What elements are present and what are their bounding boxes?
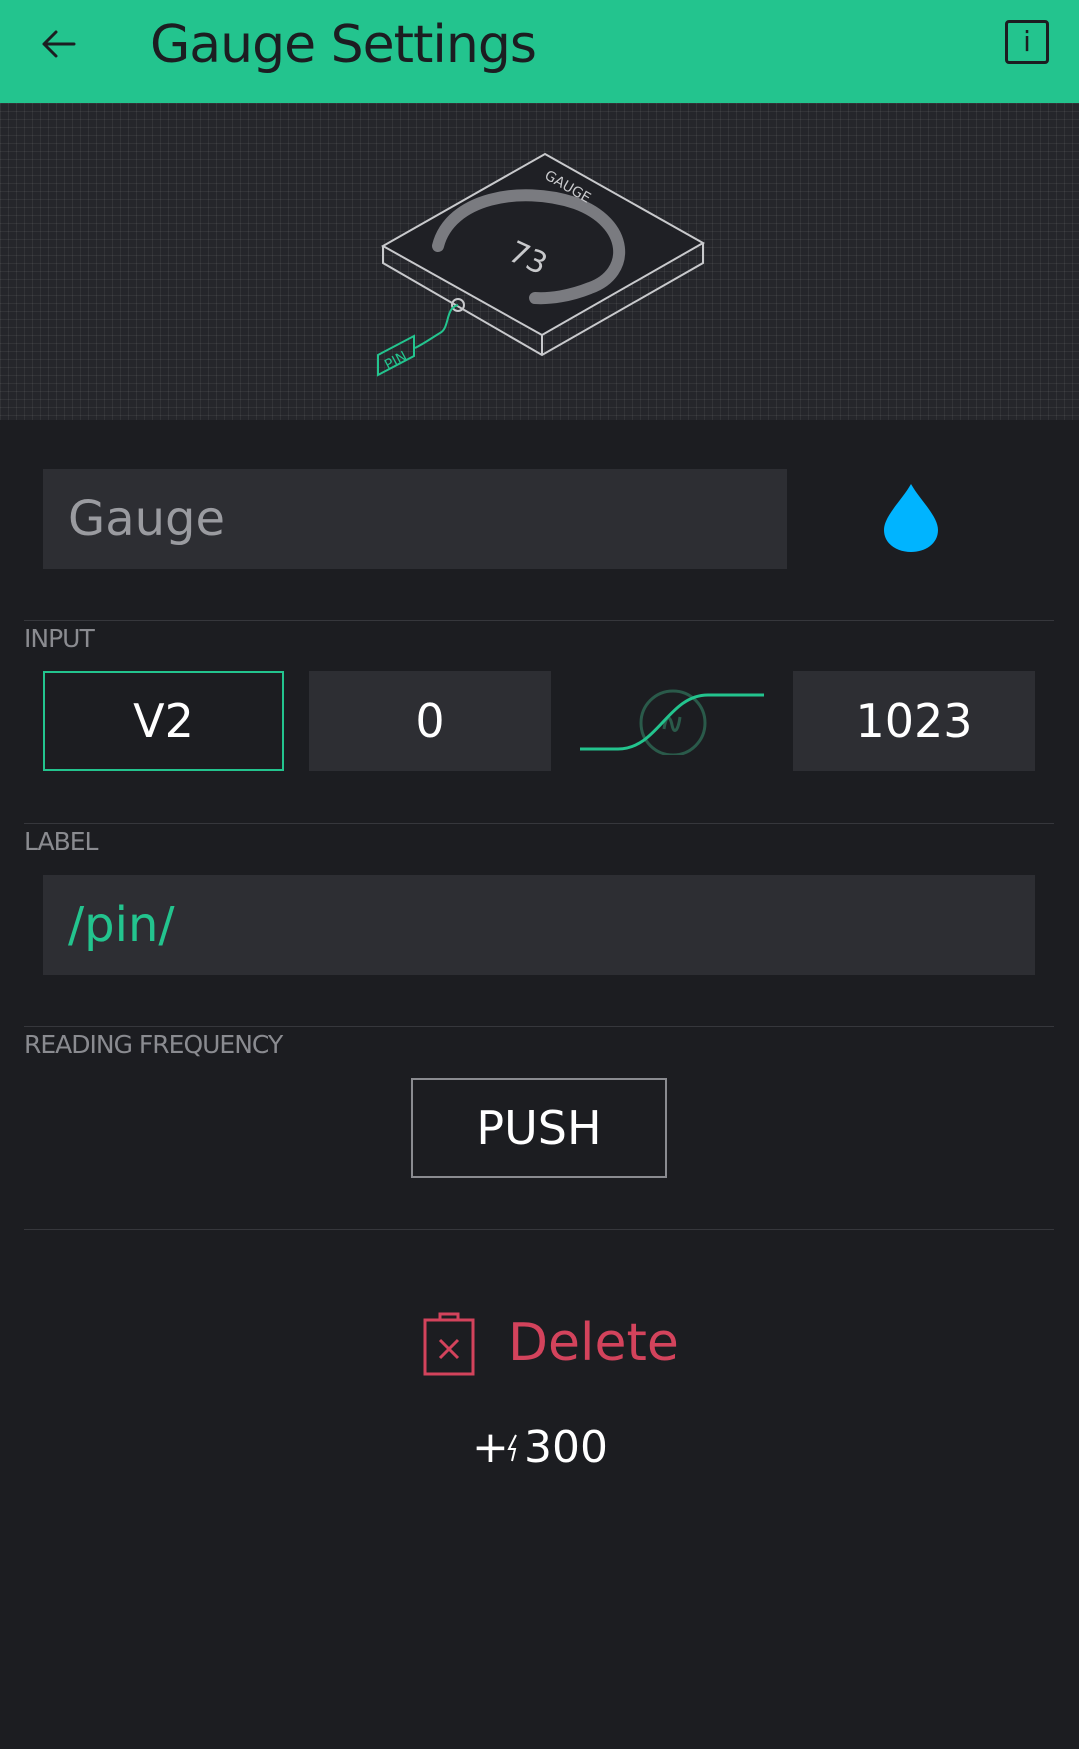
page-title: Gauge Settings <box>150 15 537 75</box>
info-icon: i <box>1023 25 1031 58</box>
delete-label: Delete <box>508 1313 679 1373</box>
divider <box>24 823 1054 824</box>
info-button[interactable]: i <box>1005 20 1049 64</box>
divider <box>24 620 1054 621</box>
cost-amount: 300 <box>524 1422 608 1473</box>
back-button[interactable] <box>30 20 90 80</box>
label-section-label: LABEL <box>24 827 98 856</box>
reading-frequency-section-label: READING FREQUENCY <box>24 1030 283 1059</box>
curve-mapping-icon[interactable] <box>578 685 764 757</box>
label-input[interactable]: /pin/ <box>43 875 1035 975</box>
reading-frequency-selector[interactable]: PUSH <box>411 1078 667 1178</box>
trash-icon <box>423 1312 475 1376</box>
energy-bolt-icon <box>507 1434 517 1462</box>
widget-preview: 73 GAUGE PIN <box>0 103 1079 420</box>
arrow-left-icon <box>42 30 76 58</box>
divider <box>24 1229 1054 1230</box>
max-value-input[interactable]: 1023 <box>793 671 1035 771</box>
pin-selector[interactable]: V2 <box>43 671 284 771</box>
cost-prefix: + <box>472 1422 509 1473</box>
widget-name-input[interactable]: Gauge <box>43 469 787 569</box>
droplet-icon <box>884 484 938 552</box>
gauge-illustration: 73 GAUGE PIN <box>377 152 706 377</box>
color-picker-button[interactable] <box>880 482 942 554</box>
divider <box>24 1026 1054 1027</box>
input-section-label: INPUT <box>24 624 95 653</box>
app-bar: Gauge Settings i <box>0 0 1079 103</box>
min-value-input[interactable]: 0 <box>309 671 551 771</box>
label-value: /pin/ <box>68 897 175 953</box>
widget-name-value: Gauge <box>68 491 226 547</box>
energy-cost: + 300 <box>470 1420 670 1480</box>
delete-button[interactable]: Delete <box>420 1310 680 1382</box>
